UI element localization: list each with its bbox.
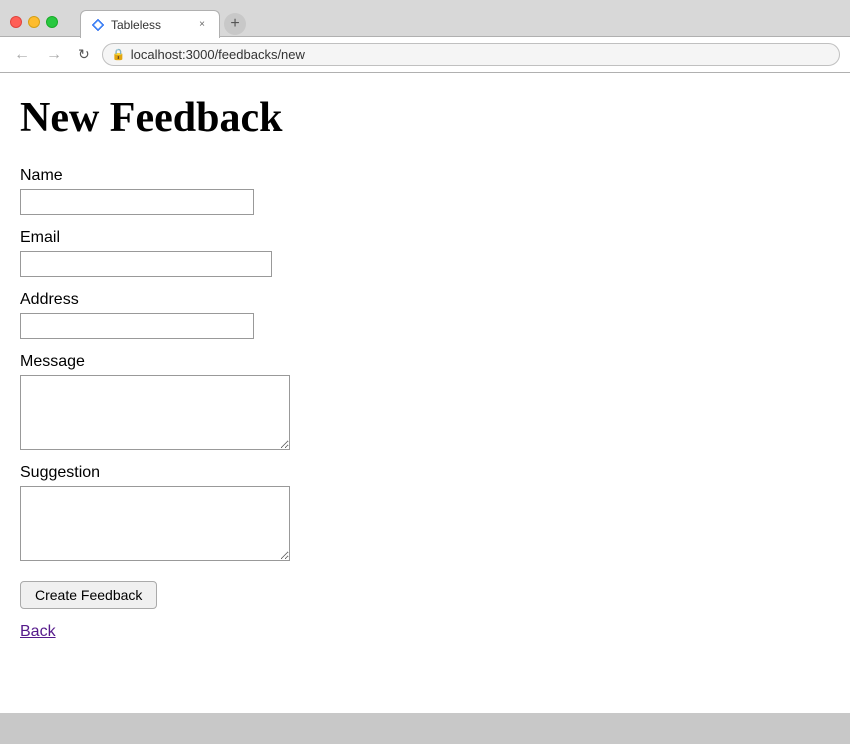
tab-favicon-icon [91,18,105,32]
address-bar-row: ← → ↻ 🔒 [0,36,850,72]
suggestion-label: Suggestion [20,464,830,482]
back-link[interactable]: Back [20,623,830,641]
message-label: Message [20,353,830,371]
tab-close-icon[interactable]: × [195,18,209,32]
tab-bar: Tableless × + [70,6,256,38]
feedback-form: Name Email Address Message Suggestion Cr… [20,167,830,619]
address-label: Address [20,291,830,309]
name-input[interactable] [20,189,254,215]
minimize-button[interactable] [28,16,40,28]
tab-label: Tableless [111,18,189,32]
address-input[interactable] [20,313,254,339]
page-title: New Feedback [20,93,830,143]
name-label: Name [20,167,830,185]
name-field-group: Name [20,167,830,215]
active-tab[interactable]: Tableless × [80,10,220,38]
title-bar: Tableless × + [0,0,850,36]
suggestion-textarea[interactable] [20,486,290,561]
email-field-group: Email [20,229,830,277]
email-label: Email [20,229,830,247]
address-field-group: Address [20,291,830,339]
back-nav-button[interactable]: ← [10,45,34,65]
address-wrapper: 🔒 [102,43,840,66]
forward-nav-button[interactable]: → [42,45,66,65]
refresh-button[interactable]: ↻ [74,44,94,65]
new-tab-button[interactable]: + [224,13,246,35]
message-textarea[interactable] [20,375,290,450]
create-feedback-button[interactable]: Create Feedback [20,581,157,609]
lock-icon: 🔒 [112,48,126,61]
maximize-button[interactable] [46,16,58,28]
window-controls [10,16,58,28]
address-input[interactable] [102,43,840,66]
suggestion-field-group: Suggestion [20,464,830,561]
page-content: New Feedback Name Email Address Message … [0,73,850,713]
close-button[interactable] [10,16,22,28]
message-field-group: Message [20,353,830,450]
email-input[interactable] [20,251,272,277]
browser-chrome: Tableless × + ← → ↻ 🔒 [0,0,850,73]
